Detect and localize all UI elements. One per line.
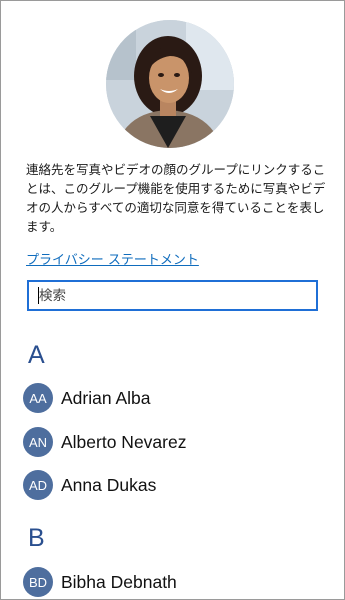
- contact-name: Bibha Debnath: [61, 571, 177, 592]
- group-header-a: A: [28, 341, 45, 369]
- contact-item[interactable]: AN Alberto Nevarez: [23, 426, 186, 458]
- avatar: AD: [23, 470, 53, 500]
- privacy-statement-link[interactable]: プライバシー ステートメント: [26, 249, 199, 268]
- person-photo: [106, 20, 234, 148]
- group-header-b: B: [28, 524, 45, 552]
- contact-item[interactable]: BD Bibha Debnath: [23, 566, 177, 598]
- avatar: AA: [23, 383, 53, 413]
- contact-item[interactable]: AD Anna Dukas: [23, 469, 156, 501]
- contact-name: Adrian Alba: [61, 387, 151, 408]
- contact-name: Anna Dukas: [61, 474, 157, 495]
- contact-item[interactable]: AA Adrian Alba: [23, 382, 151, 414]
- search-input[interactable]: [27, 280, 318, 311]
- contact-name: Alberto Nevarez: [61, 431, 187, 452]
- consent-description: 連絡先を写真やビデオの顔のグループにリンクすることは、このグループ機能を使用する…: [26, 162, 326, 234]
- avatar: AN: [23, 427, 53, 457]
- avatar: BD: [23, 567, 53, 597]
- text-caret: [38, 287, 39, 304]
